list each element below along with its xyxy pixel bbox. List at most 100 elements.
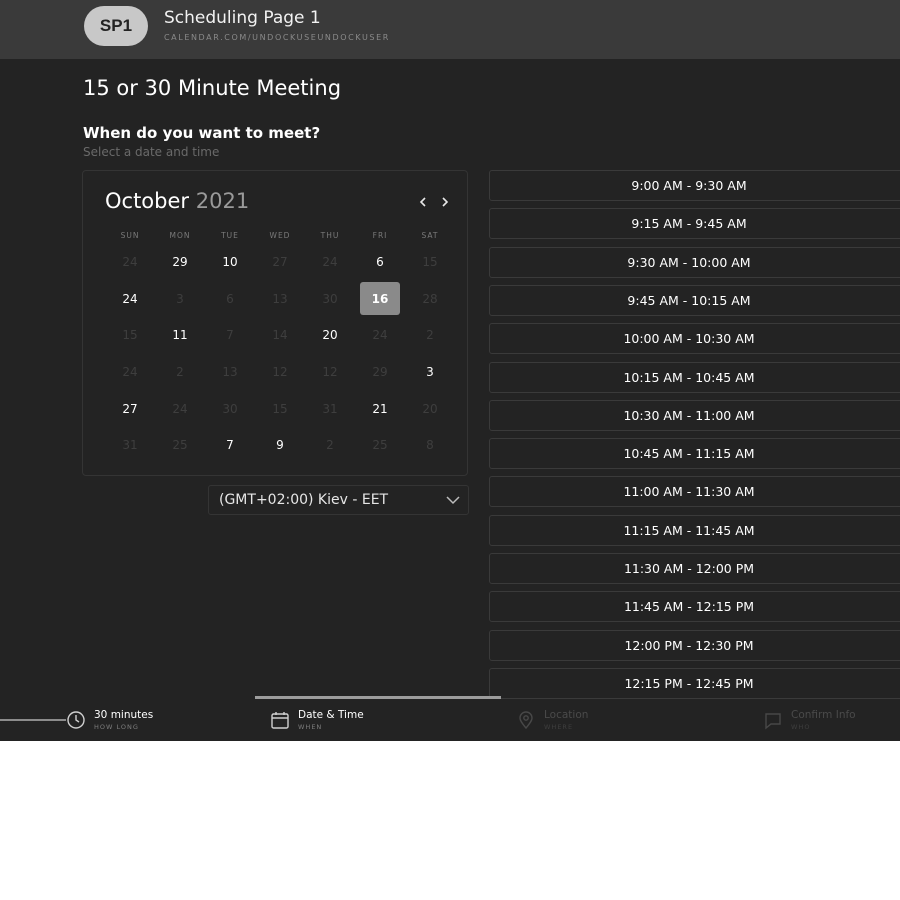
time-slot-button[interactable]: 11:30 AM - 12:00 PM	[489, 553, 900, 584]
calendar-day[interactable]: 24	[105, 281, 155, 318]
calendar-day: 25	[155, 427, 205, 464]
time-slot-button[interactable]: 9:00 AM - 9:30 AM	[489, 170, 900, 201]
calendar-day: 12	[255, 354, 305, 391]
weekday-label: WED	[269, 231, 291, 240]
day-number: 13	[272, 291, 288, 306]
day-number: 6	[226, 291, 234, 306]
time-slot-button[interactable]: 11:00 AM - 11:30 AM	[489, 476, 900, 508]
time-slot-button[interactable]: 11:45 AM - 12:15 PM	[489, 591, 900, 623]
calendar-days-grid: 24 29 10 27 24 6 15 24 3 6 13 30 16 28 15 11 7 14 20 24 2 24 2…	[105, 244, 455, 464]
calendar-day: 24	[155, 390, 205, 427]
step-sublabel: WHERE	[544, 723, 574, 731]
weekday-label: SAT	[421, 231, 439, 240]
day-number: 24	[372, 328, 388, 343]
day-number: 20	[422, 401, 438, 416]
time-slot-button[interactable]: 10:45 AM - 11:15 AM	[489, 438, 900, 470]
header-bar: SP1 Scheduling Page 1 CALENDAR.COM/UNDOC…	[0, 0, 900, 59]
calendar-year: 2021	[195, 189, 250, 213]
next-month-button[interactable]	[437, 193, 453, 211]
clock-icon	[67, 711, 85, 729]
day-number: 31	[322, 401, 338, 416]
chevron-down-icon	[446, 496, 460, 505]
day-number: 24	[122, 291, 138, 306]
time-slot-button[interactable]: 9:15 AM - 9:45 AM	[489, 208, 900, 240]
calendar-day: 28	[405, 281, 455, 318]
day-number: 10	[222, 255, 238, 270]
day-number: 7	[226, 328, 234, 343]
calendar-day: 15	[255, 390, 305, 427]
calendar-month: October	[105, 189, 190, 213]
calendar-day: 20	[405, 390, 455, 427]
timezone-value: (GMT+02:00) Kiev - EET	[219, 492, 389, 508]
calendar-day[interactable]: 10	[205, 244, 255, 281]
day-number: 15	[422, 255, 438, 270]
day-number: 8	[426, 438, 434, 453]
calendar-day: 2	[305, 427, 355, 464]
day-number: 13	[222, 365, 238, 380]
step-label: 30 minutes	[94, 709, 154, 721]
step-progress-line	[0, 719, 66, 721]
day-number: 16	[360, 282, 400, 316]
weekday-header: SUN MON TUE WED THU FRI SAT	[105, 231, 455, 243]
time-slot-button[interactable]: 9:45 AM - 10:15 AM	[489, 284, 900, 316]
calendar-icon	[271, 712, 289, 729]
day-number: 3	[426, 365, 434, 380]
time-slot-button[interactable]: 9:30 AM - 10:00 AM	[489, 246, 900, 278]
day-number: 12	[272, 365, 288, 380]
calendar-day[interactable]: 7	[205, 427, 255, 464]
calendar-day: 27	[255, 244, 305, 281]
day-number: 3	[176, 291, 184, 306]
day-number: 24	[122, 255, 138, 270]
calendar-day: 15	[105, 317, 155, 354]
weekday-label: FRI	[372, 231, 388, 240]
day-number: 7	[226, 438, 234, 453]
calendar-day[interactable]: 3	[405, 354, 455, 391]
calendar-day[interactable]: 29	[155, 244, 205, 281]
step-sublabel: WHEN	[298, 723, 323, 731]
calendar-day[interactable]: 6	[355, 244, 405, 281]
day-number: 14	[272, 328, 288, 343]
day-number: 11	[172, 328, 188, 343]
calendar-day: 31	[105, 427, 155, 464]
time-slot-button[interactable]: 10:15 AM - 10:45 AM	[489, 361, 900, 393]
time-slot-button[interactable]: 10:00 AM - 10:30 AM	[489, 323, 900, 355]
day-number: 30	[222, 401, 238, 416]
chevron-right-icon	[442, 197, 449, 207]
timezone-select[interactable]: (GMT+02:00) Kiev - EET	[208, 485, 469, 515]
calendar-day[interactable]: 27	[105, 390, 155, 427]
calendar-day[interactable]: 11	[155, 317, 205, 354]
day-number: 25	[372, 438, 388, 453]
step-sublabel: HOW LONG	[94, 723, 139, 731]
selected-day[interactable]: 16	[355, 281, 405, 318]
calendar-day[interactable]: 21	[355, 390, 405, 427]
calendar-day: 24	[355, 317, 405, 354]
avatar: SP1	[84, 6, 148, 46]
step-date-time[interactable]: Date & Time WHEN	[270, 707, 410, 737]
step-location[interactable]: Location WHERE	[516, 707, 656, 737]
time-slot-button[interactable]: 11:15 AM - 11:45 AM	[489, 514, 900, 546]
step-confirm-info[interactable]: Confirm Info WHO	[763, 707, 893, 737]
day-number: 27	[272, 255, 288, 270]
calendar-day[interactable]: 9	[255, 427, 305, 464]
step-label: Date & Time	[298, 709, 364, 721]
day-number: 15	[122, 328, 138, 343]
scheduling-app: SP1 Scheduling Page 1 CALENDAR.COM/UNDOC…	[0, 0, 900, 741]
calendar-day[interactable]: 20	[305, 317, 355, 354]
calendar-day: 31	[305, 390, 355, 427]
calendar-day: 12	[305, 354, 355, 391]
calendar-day: 30	[305, 281, 355, 318]
chat-icon	[765, 713, 781, 730]
date-subtitle: Select a date and time	[83, 145, 220, 159]
calendar-day: 25	[355, 427, 405, 464]
step-label: Confirm Info	[791, 709, 856, 721]
day-number: 31	[122, 438, 138, 453]
calendar-day: 3	[155, 281, 205, 318]
prev-month-button[interactable]	[415, 193, 431, 211]
page-url[interactable]: CALENDAR.COM/UNDOCKUSEUNDOCKUSER	[164, 33, 390, 42]
calendar-day: 24	[105, 244, 155, 281]
time-slot-button[interactable]: 12:15 PM - 12:45 PM	[489, 667, 900, 699]
step-duration[interactable]: 30 minutes HOW LONG	[66, 707, 206, 737]
time-slot-button[interactable]: 10:30 AM - 11:00 AM	[489, 399, 900, 431]
time-slot-button[interactable]: 12:00 PM - 12:30 PM	[489, 629, 900, 661]
calendar-day: 2	[405, 317, 455, 354]
